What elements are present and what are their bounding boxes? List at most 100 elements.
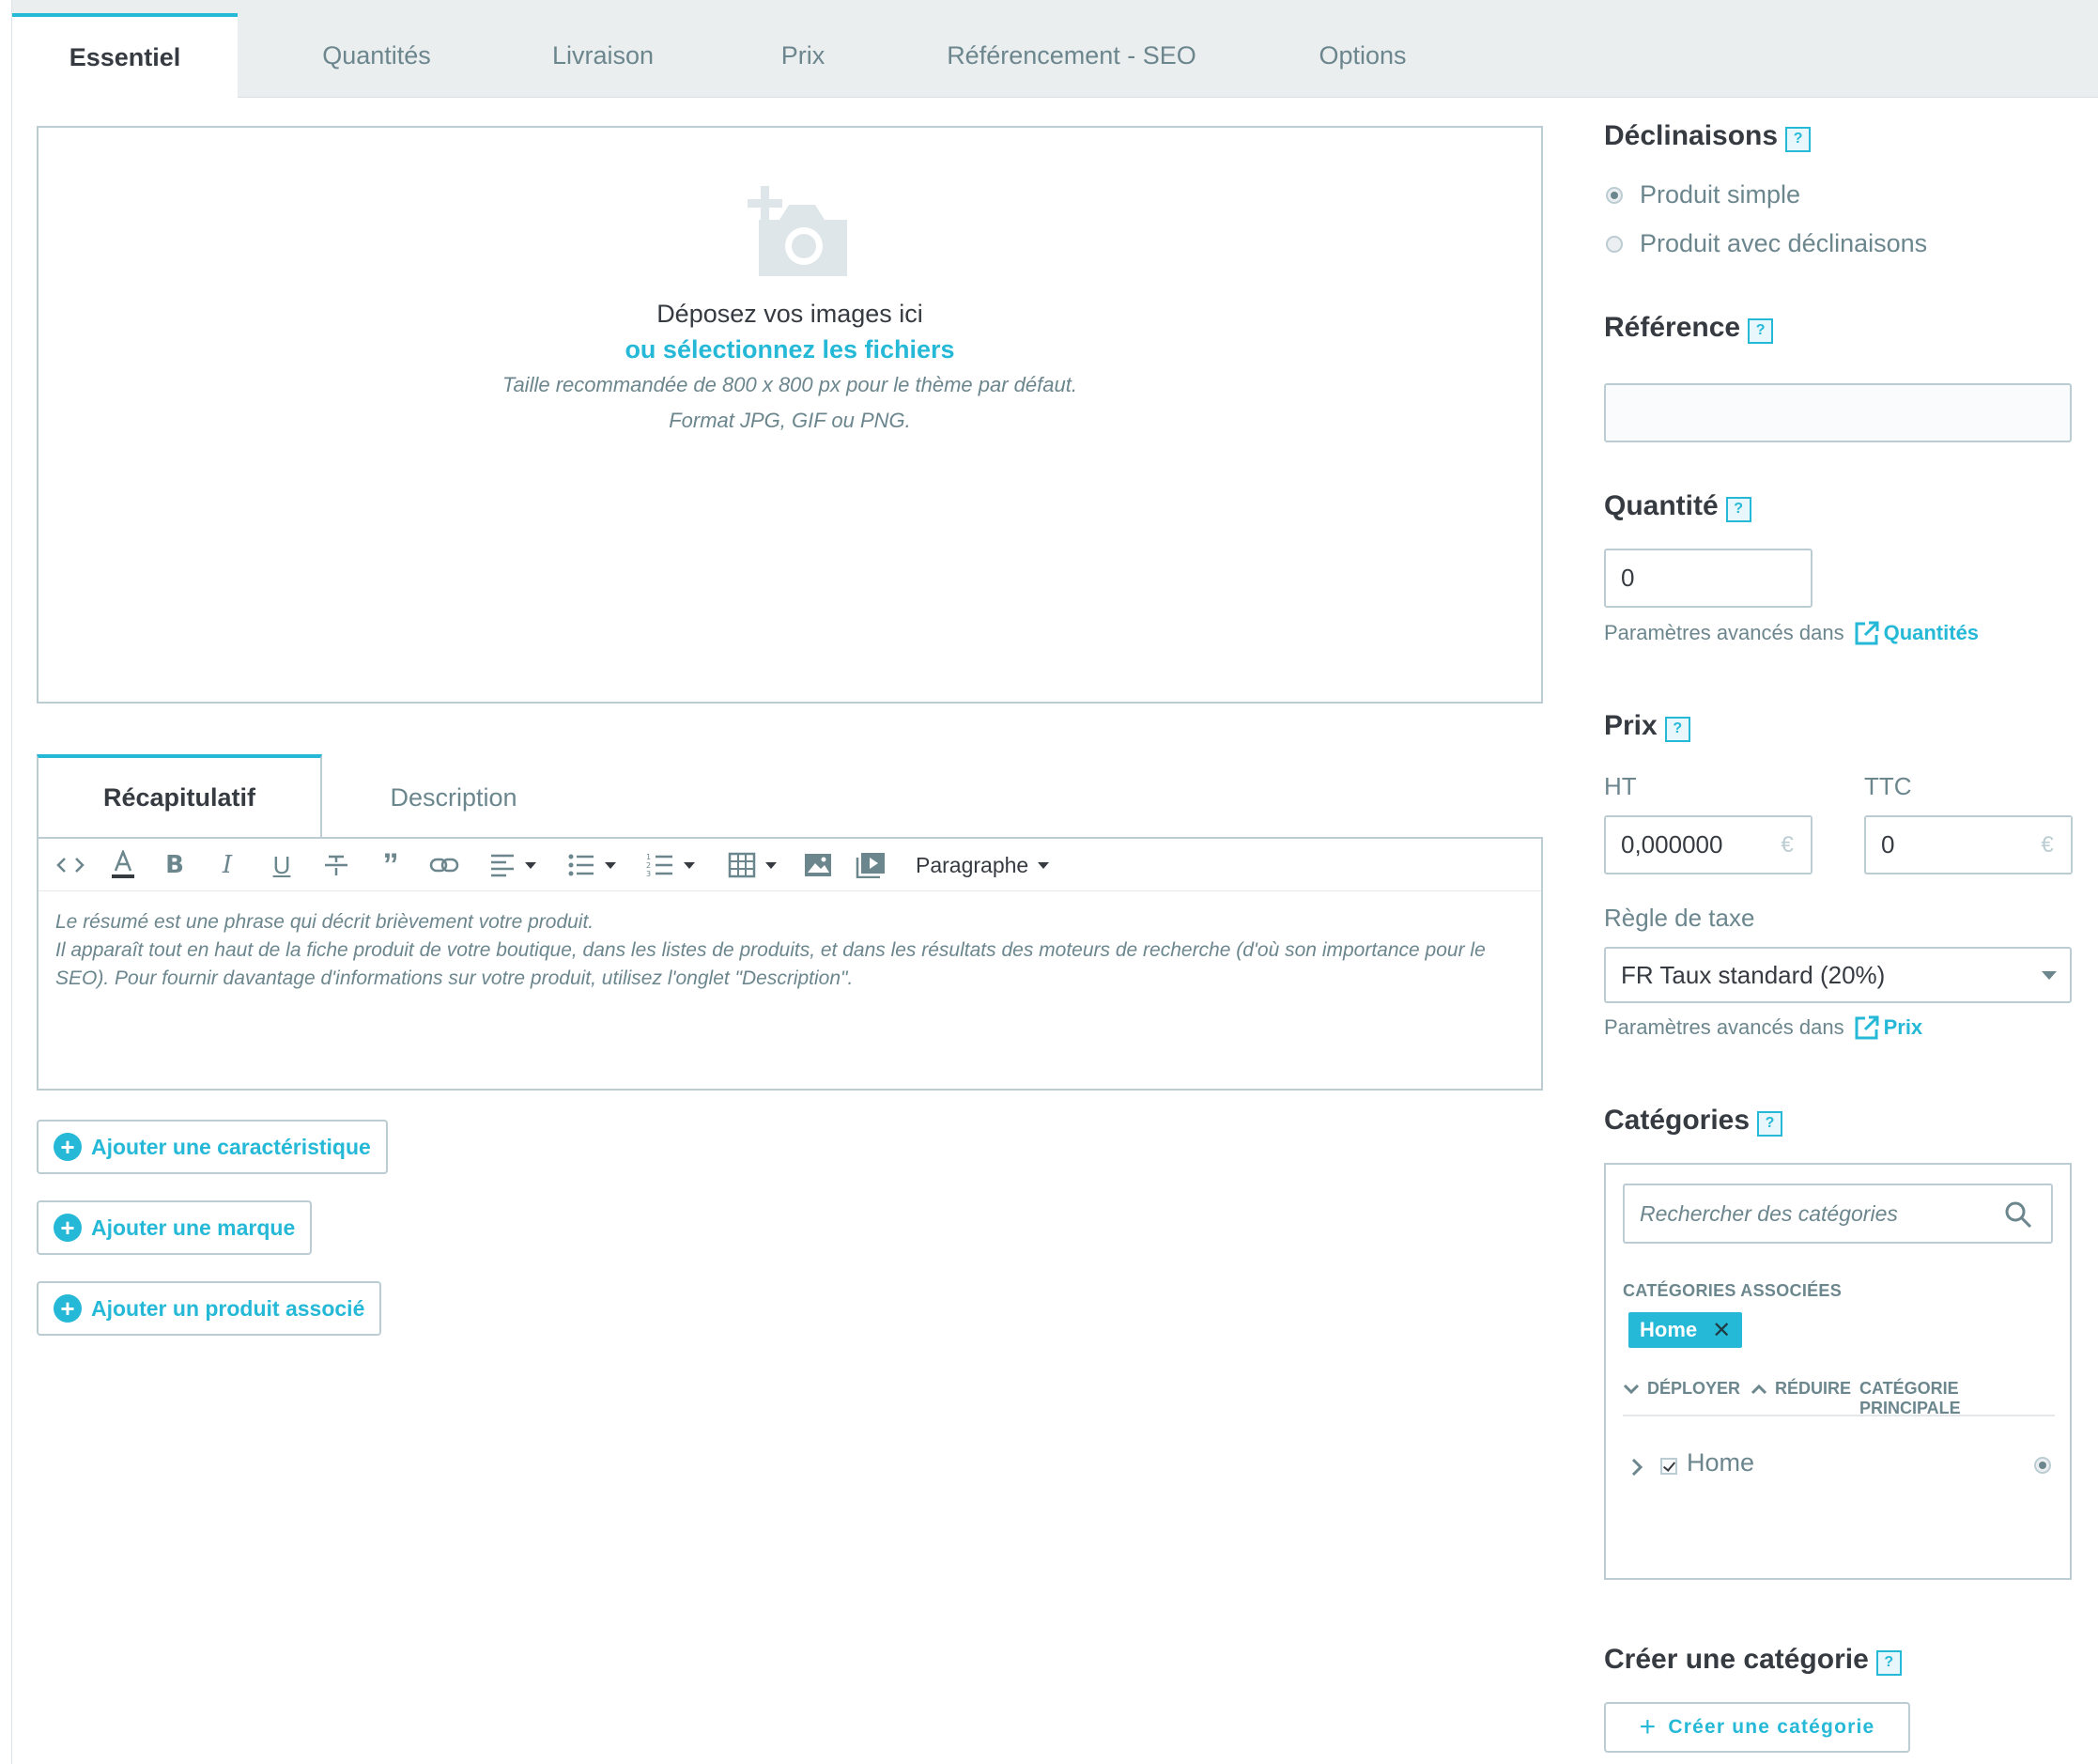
advanced-text: Paramètres avancés dans xyxy=(1604,1015,1844,1039)
tax-rule-value: FR Taux standard (20%) xyxy=(1621,960,1886,989)
create-category-title: Créer une catégorie xyxy=(1604,1644,1869,1675)
tab-livraison[interactable]: Livraison xyxy=(490,13,716,99)
numbered-list-icon[interactable]: 123 xyxy=(643,846,698,884)
plus-circle-icon: + xyxy=(54,1214,82,1242)
quantity-advanced: Paramètres avancés dans Quantités xyxy=(1604,620,1979,646)
align-dropdown-icon[interactable] xyxy=(486,846,540,884)
currency-addon: € xyxy=(1764,817,1811,873)
image-icon[interactable] xyxy=(801,846,835,884)
summary-text-line1: Le résumé est une phrase qui décrit briè… xyxy=(55,911,594,933)
currency-addon: € xyxy=(2024,817,2071,873)
prix-heading: Prix ? xyxy=(1604,710,1690,742)
plus-circle-icon: + xyxy=(54,1294,82,1323)
underline-icon[interactable]: U xyxy=(268,846,296,884)
collapse-all-button[interactable]: RÉDUIRE xyxy=(1751,1379,1851,1399)
expand-all-button[interactable]: DÉPLOYER xyxy=(1623,1379,1740,1399)
reference-title: Référence xyxy=(1604,312,1741,343)
price-link[interactable]: Prix xyxy=(1854,1014,1923,1041)
category-tree-label: Home xyxy=(1687,1448,1755,1477)
radio-variants-product[interactable]: Produit avec déclinaisons xyxy=(1604,229,1927,258)
media-icon[interactable] xyxy=(854,846,887,884)
category-checkbox[interactable] xyxy=(1660,1458,1677,1475)
select-files-link[interactable]: ou sélectionnez les fichiers xyxy=(39,335,1541,364)
tab-description[interactable]: Description xyxy=(322,756,585,839)
collapse-label: RÉDUIRE xyxy=(1775,1379,1852,1398)
chevron-right-icon[interactable] xyxy=(1630,1458,1643,1477)
add-related-product-label: Ajouter un produit associé xyxy=(91,1295,365,1321)
add-feature-button[interactable]: + Ajouter une caractéristique xyxy=(37,1120,388,1174)
source-code-icon[interactable] xyxy=(54,846,87,884)
price-link-label: Prix xyxy=(1883,1015,1923,1039)
reference-input[interactable] xyxy=(1604,383,2072,442)
chevron-down-icon xyxy=(2042,971,2057,980)
tab-recapitulatif[interactable]: Récapitulatif xyxy=(37,754,322,837)
quantite-title: Quantité xyxy=(1604,490,1719,521)
price-ht-label: HT xyxy=(1604,772,1637,800)
help-icon[interactable]: ? xyxy=(1664,716,1690,742)
summary-editor: B I U ” 123 Paragraphe Le résumé est une… xyxy=(37,837,1543,1091)
bullet-list-icon[interactable] xyxy=(564,846,619,884)
tab-options[interactable]: Options xyxy=(1250,13,1475,99)
quantities-link-label: Quantités xyxy=(1883,621,1980,644)
external-link-icon xyxy=(1855,621,1879,645)
create-category-button[interactable]: + Créer une catégorie xyxy=(1604,1702,1910,1753)
category-search-placeholder: Rechercher des catégories xyxy=(1640,1200,1898,1226)
italic-icon[interactable]: I xyxy=(213,846,241,884)
radio-variants-label: Produit avec déclinaisons xyxy=(1640,229,1928,257)
quantite-heading: Quantité ? xyxy=(1604,490,1751,522)
declinaisons-heading: Déclinaisons ? xyxy=(1604,120,1812,152)
plus-circle-icon: + xyxy=(54,1133,82,1161)
tab-seo[interactable]: Référencement - SEO xyxy=(921,13,1222,99)
blockquote-icon[interactable]: ” xyxy=(375,846,407,884)
category-chip: Home ✕ xyxy=(1628,1312,1743,1348)
search-icon[interactable] xyxy=(2004,1200,2032,1229)
create-category-button-label: Créer une catégorie xyxy=(1668,1716,1875,1738)
chevron-down-icon xyxy=(1623,1384,1640,1394)
svg-text:3: 3 xyxy=(646,870,651,878)
quantities-link[interactable]: Quantités xyxy=(1854,620,1979,646)
tree-tools: DÉPLOYER RÉDUIRE CATÉGORIE PRINCIPALE xyxy=(1623,1375,2055,1417)
text-color-icon[interactable] xyxy=(106,846,140,884)
plus-icon: + xyxy=(1639,1711,1658,1742)
paragraph-format-dropdown[interactable]: Paragraphe xyxy=(916,846,1050,884)
tab-prix[interactable]: Prix xyxy=(690,13,916,99)
category-tree-item: Home xyxy=(1623,1447,2055,1484)
quantity-input[interactable]: 0 xyxy=(1604,549,1813,608)
table-icon[interactable] xyxy=(724,846,780,884)
help-icon[interactable]: ? xyxy=(1785,126,1812,152)
help-icon[interactable]: ? xyxy=(1725,496,1751,522)
prix-title: Prix xyxy=(1604,710,1658,741)
price-ttc-input[interactable]: 0 € xyxy=(1864,815,2073,874)
summary-text-line2: Il apparaît tout en haut de la fiche pro… xyxy=(55,939,1486,989)
summary-text[interactable]: Le résumé est une phrase qui décrit briè… xyxy=(55,908,1502,993)
bold-icon[interactable]: B xyxy=(161,846,189,884)
editor-toolbar: B I U ” 123 Paragraphe xyxy=(39,839,1541,891)
reference-heading: Référence ? xyxy=(1604,312,1774,344)
chevron-up-icon xyxy=(1751,1384,1767,1394)
image-dropzone[interactable]: Déposez vos images ici ou sélectionnez l… xyxy=(37,126,1543,704)
declinaisons-title: Déclinaisons xyxy=(1604,120,1779,151)
main-category-radio[interactable] xyxy=(2034,1457,2051,1474)
radio-icon xyxy=(1606,186,1623,204)
tab-quantites[interactable]: Quantités xyxy=(264,13,489,99)
tab-essentiel[interactable]: Essentiel xyxy=(12,13,238,99)
add-related-product-button[interactable]: + Ajouter un produit associé xyxy=(37,1281,382,1336)
help-icon[interactable]: ? xyxy=(1875,1649,1902,1676)
category-search-input[interactable]: Rechercher des catégories xyxy=(1623,1184,2053,1244)
radio-simple-product[interactable]: Produit simple xyxy=(1604,180,1800,209)
add-brand-button[interactable]: + Ajouter une marque xyxy=(37,1200,313,1255)
remove-icon[interactable]: ✕ xyxy=(1712,1317,1731,1344)
product-tabs: Essentiel Quantités Livraison Prix Référ… xyxy=(12,0,2098,99)
dropzone-title: Déposez vos images ici xyxy=(656,300,923,328)
help-icon[interactable]: ? xyxy=(1757,1110,1783,1137)
help-icon[interactable]: ? xyxy=(1748,317,1774,344)
svg-text:1: 1 xyxy=(646,853,651,861)
price-ttc-label: TTC xyxy=(1864,772,1912,800)
price-ht-value: 0,000000 xyxy=(1621,830,1723,859)
price-ht-input[interactable]: 0,000000 € xyxy=(1604,815,1813,874)
link-icon[interactable] xyxy=(427,846,461,884)
tax-rule-select[interactable]: FR Taux standard (20%) xyxy=(1604,947,2072,1003)
radio-simple-label: Produit simple xyxy=(1640,180,1801,209)
expand-label: DÉPLOYER xyxy=(1647,1379,1741,1398)
strikethrough-icon[interactable] xyxy=(320,846,352,884)
